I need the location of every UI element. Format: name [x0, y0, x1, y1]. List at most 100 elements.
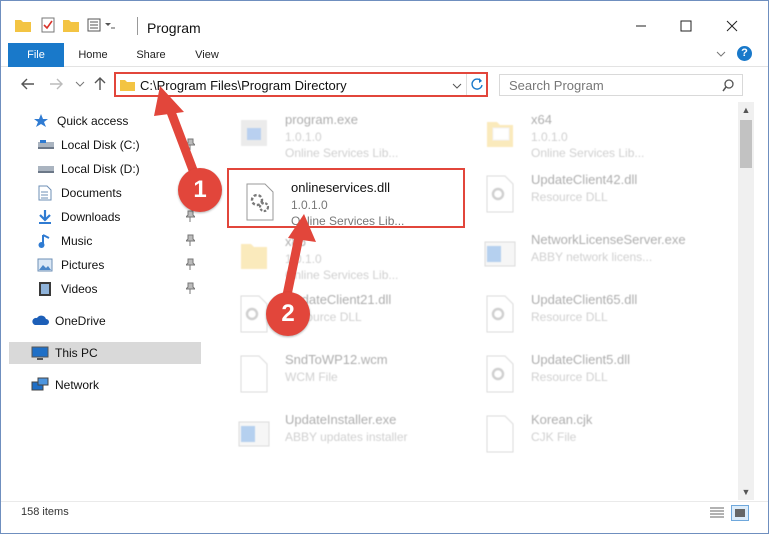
large-icons-view-icon[interactable] [731, 505, 749, 521]
forward-arrow-icon[interactable] [47, 76, 65, 94]
explorer-window: Program File Home Share View ? C:\Progra… [0, 0, 769, 534]
file-item[interactable]: UpdateClient65.dll Resource DLL [469, 282, 707, 342]
window-title: Program [147, 20, 201, 36]
exe-icon [241, 120, 267, 146]
file-item[interactable]: UpdateInstaller.exe ABBY updates install… [223, 402, 461, 462]
folder-icon [241, 244, 267, 269]
file-version: 1.0.1.0 [531, 130, 568, 144]
file-name: x64 [531, 112, 552, 127]
expand-ribbon-icon[interactable] [715, 48, 727, 63]
file-name: SndToWP12.wcm [285, 352, 388, 367]
pin-icon[interactable] [184, 234, 197, 246]
file-item-onlineservices-dll[interactable]: onlineservices.dll 1.0.1.0 Online Servic… [227, 168, 465, 228]
nav-item-documents[interactable]: Documents [37, 182, 201, 204]
file-version: CJK File [531, 430, 577, 444]
up-arrow-icon[interactable] [91, 76, 109, 94]
nav-item-network[interactable]: Network [31, 374, 201, 396]
file-version: 1.0.1.0 [285, 130, 322, 144]
recent-locations-icon[interactable] [71, 76, 89, 94]
nav-label: Network [55, 378, 100, 392]
drive-icon [37, 161, 55, 177]
tab-share[interactable]: Share [129, 43, 173, 67]
status-bar: 158 items [1, 501, 768, 523]
nav-item-onedrive[interactable]: OneDrive [31, 310, 201, 332]
cloud-icon [31, 313, 49, 329]
details-view-icon[interactable] [709, 506, 725, 523]
search-input[interactable]: Search Program [499, 74, 743, 96]
file-item[interactable]: x86 1.0.1.0 Online Services Lib... [223, 224, 461, 284]
file-item[interactable]: UpdateClient21.dll Resource DLL [223, 282, 461, 342]
address-bar[interactable]: C:\Program Files\Program Directory [114, 72, 488, 97]
maximize-button[interactable] [671, 15, 701, 37]
close-button[interactable] [717, 15, 747, 37]
file-version: Resource DLL [531, 370, 608, 384]
title-bar: Program [1, 1, 768, 41]
nav-label: Downloads [61, 210, 121, 224]
file-item[interactable]: SndToWP12.wcm WCM File [223, 342, 461, 402]
nav-item-videos[interactable]: Videos [37, 278, 201, 300]
file-version: WCM File [285, 370, 338, 384]
pin-icon[interactable] [184, 138, 197, 150]
callout-step-1: 1 [178, 168, 222, 212]
nav-item-this-pc[interactable]: This PC [9, 342, 201, 364]
file-version: Resource DLL [531, 190, 608, 204]
customize-toolbar-icon[interactable] [87, 15, 115, 35]
search-icon[interactable] [722, 79, 735, 92]
nav-item-local-disk-d[interactable]: Local Disk (D:) [37, 158, 201, 180]
address-row: C:\Program Files\Program Directory Searc… [1, 68, 768, 102]
tab-home[interactable]: Home [71, 43, 115, 67]
folder-icon [487, 122, 513, 147]
nav-item-quick-access[interactable]: Quick access [33, 110, 201, 132]
new-folder-icon[interactable] [63, 15, 79, 35]
properties-icon[interactable] [41, 15, 55, 35]
file-description: Online Services Lib... [285, 268, 399, 282]
folder-icon[interactable] [15, 15, 31, 35]
vertical-scrollbar[interactable]: ▲ ▼ [738, 102, 754, 500]
scroll-thumb[interactable] [740, 120, 752, 168]
scroll-up-icon[interactable]: ▲ [738, 102, 754, 118]
scroll-down-icon[interactable]: ▼ [738, 484, 754, 500]
nav-label: Music [61, 234, 93, 248]
back-arrow-icon[interactable] [19, 76, 37, 94]
file-name: NetworkLicenseServer.exe [531, 232, 686, 247]
file-item[interactable]: NetworkLicenseServer.exe ABBY network li… [469, 222, 707, 282]
file-version: Resource DLL [531, 310, 608, 324]
pin-icon[interactable] [184, 282, 197, 294]
file-icon [240, 355, 268, 393]
drive-icon [37, 137, 55, 153]
file-version: 1.0.1.0 [285, 252, 322, 266]
file-version: 1.0.1.0 [291, 198, 328, 212]
file-name: UpdateInstaller.exe [285, 412, 397, 427]
file-item[interactable]: x64 1.0.1.0 Online Services Lib... [469, 102, 707, 162]
file-name: onlineservices.dll [291, 180, 390, 195]
file-name: Korean.cjk [531, 412, 593, 427]
file-item[interactable]: Korean.cjk CJK File [469, 402, 707, 462]
pin-icon[interactable] [184, 258, 197, 270]
computer-icon [31, 345, 49, 361]
dll-icon [486, 175, 514, 213]
help-icon[interactable]: ? [737, 46, 752, 61]
minimize-button[interactable] [626, 15, 656, 37]
file-item[interactable]: program.exe 1.0.1.0 Online Services Lib.… [223, 102, 461, 162]
tab-file[interactable]: File [8, 43, 64, 67]
file-name: x86 [285, 234, 306, 249]
tab-view[interactable]: View [185, 43, 229, 67]
refresh-icon[interactable] [470, 77, 484, 94]
ribbon-tabs: File Home Share View ? [1, 43, 768, 67]
nav-item-local-disk-c[interactable]: Local Disk (C:) [37, 134, 201, 156]
file-item[interactable]: UpdateClient5.dll Resource DLL [469, 342, 707, 402]
title-separator [137, 17, 138, 35]
nav-item-downloads[interactable]: Downloads [37, 206, 201, 228]
nav-item-music[interactable]: Music [37, 230, 201, 252]
file-version: ABBY updates installer [285, 430, 408, 444]
file-description: Online Services Lib... [531, 146, 645, 160]
nav-label: Quick access [57, 114, 129, 128]
nav-item-pictures[interactable]: Pictures [37, 254, 201, 276]
dll-icon [486, 295, 514, 333]
dll-icon [246, 183, 274, 221]
file-item[interactable]: UpdateClient42.dll Resource DLL [469, 162, 707, 222]
nav-label: Documents [61, 186, 122, 200]
pin-icon[interactable] [184, 210, 197, 222]
address-dropdown-icon[interactable] [452, 80, 462, 94]
dll-icon [486, 355, 514, 393]
